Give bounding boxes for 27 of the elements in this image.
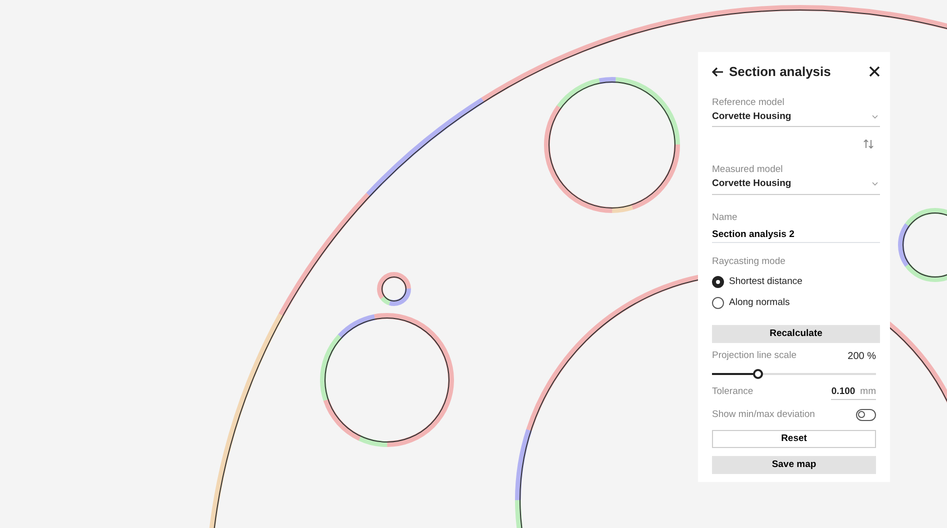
field-label: Tolerance [712, 385, 754, 399]
chevron-down-icon[interactable] [872, 182, 878, 186]
name-field[interactable]: Section analysis 2 [712, 228, 880, 243]
toggle-label: Show min/max deviation [712, 408, 815, 422]
field-label: Measured model [712, 163, 784, 177]
model-select[interactable]: Corvette Housing [712, 177, 880, 194]
field-label: Reference model [712, 96, 786, 110]
radio-label[interactable]: Shortest distance [729, 275, 802, 290]
radio-button[interactable] [712, 276, 724, 288]
tolerance-field[interactable]: 0.100 mm [831, 384, 876, 400]
field-label: Name [712, 210, 738, 224]
toggle-switch[interactable] [856, 408, 876, 421]
field-label: Raycasting mode [712, 255, 786, 269]
panel-title: Section analysis [729, 63, 832, 81]
radio-label[interactable]: Along normals [729, 296, 790, 310]
radio-button[interactable] [712, 296, 724, 309]
recalculate-button[interactable]: Recalculate [712, 324, 880, 342]
action-button[interactable]: Reset [712, 430, 876, 448]
slider-reading: 200 % [848, 350, 876, 364]
action-button[interactable]: Save map [712, 456, 876, 474]
back-arrow-icon[interactable] [712, 66, 724, 77]
swap-arrows-icon[interactable] [863, 139, 874, 149]
model-select[interactable]: Corvette Housing [712, 110, 880, 127]
close-icon[interactable] [869, 66, 880, 78]
slider-thumb[interactable] [752, 368, 763, 378]
chevron-down-icon[interactable] [872, 114, 878, 119]
slider-label: Projection line scale [712, 348, 796, 362]
